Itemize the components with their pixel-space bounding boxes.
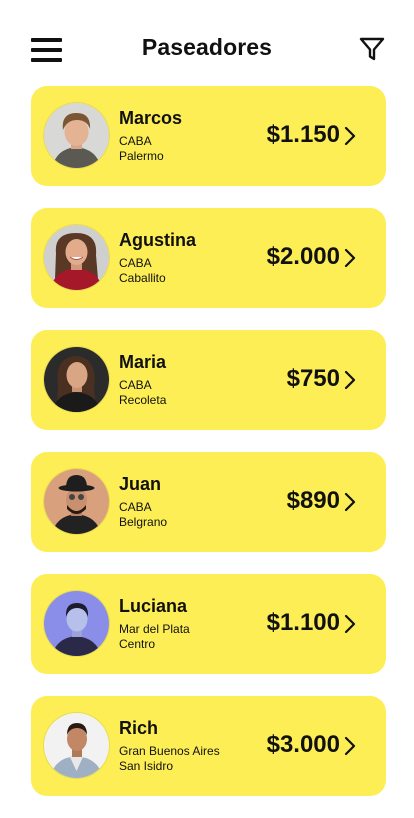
walker-card-maria[interactable]: Maria CABA Recoleta $750 xyxy=(31,330,386,430)
chevron-right-icon[interactable] xyxy=(343,369,357,391)
walker-city: CABA xyxy=(119,134,152,148)
walker-name: Juan xyxy=(119,474,162,494)
walker-price: $3.000 xyxy=(266,731,340,758)
chevron-right-icon[interactable] xyxy=(343,613,357,635)
walker-area: Centro xyxy=(119,637,156,651)
walker-city: CABA xyxy=(119,378,152,392)
walker-list: Marcos CABA Palermo $1.150 Agustina CABA… xyxy=(31,86,386,818)
page-title: Paseadores xyxy=(141,34,273,60)
avatar xyxy=(44,225,109,290)
walker-area: Caballito xyxy=(119,271,166,285)
walker-city: Mar del Plata xyxy=(119,622,190,636)
avatar xyxy=(44,713,109,778)
walker-name: Maria xyxy=(119,352,167,372)
walker-city: CABA xyxy=(119,256,152,270)
walker-card-luciana[interactable]: Luciana Mar del Plata Centro $1.100 xyxy=(31,574,386,674)
walker-price: $1.150 xyxy=(266,121,340,148)
walker-price: $890 xyxy=(286,487,340,514)
walker-name: Luciana xyxy=(119,596,188,616)
walker-price: $750 xyxy=(286,365,340,392)
walker-name: Rich xyxy=(119,718,159,738)
walker-area: San Isidro xyxy=(119,759,174,773)
walker-card-agustina[interactable]: Agustina CABA Caballito $2.000 xyxy=(31,208,386,308)
app-header: Paseadores xyxy=(0,28,414,72)
walker-price: $2.000 xyxy=(266,243,340,270)
chevron-right-icon[interactable] xyxy=(343,247,357,269)
walker-price: $1.100 xyxy=(266,609,340,636)
walker-area: Palermo xyxy=(119,149,164,163)
walker-name: Marcos xyxy=(119,108,183,128)
walker-area: Recoleta xyxy=(119,393,167,407)
walker-area: Belgrano xyxy=(119,515,168,529)
chevron-right-icon[interactable] xyxy=(343,491,357,513)
chevron-right-icon[interactable] xyxy=(343,125,357,147)
walker-city: CABA xyxy=(119,500,152,514)
avatar xyxy=(44,347,109,412)
walker-card-juan[interactable]: Juan CABA Belgrano $890 xyxy=(31,452,386,552)
filter-icon[interactable] xyxy=(359,36,385,62)
walker-card-rich[interactable]: Rich Gran Buenos Aires San Isidro $3.000 xyxy=(31,696,386,796)
walker-name: Agustina xyxy=(119,230,197,250)
chevron-right-icon[interactable] xyxy=(343,735,357,757)
walker-city: Gran Buenos Aires xyxy=(119,744,220,758)
walker-card-marcos[interactable]: Marcos CABA Palermo $1.150 xyxy=(31,86,386,186)
avatar xyxy=(44,103,109,168)
avatar xyxy=(44,591,109,656)
avatar xyxy=(44,469,109,534)
